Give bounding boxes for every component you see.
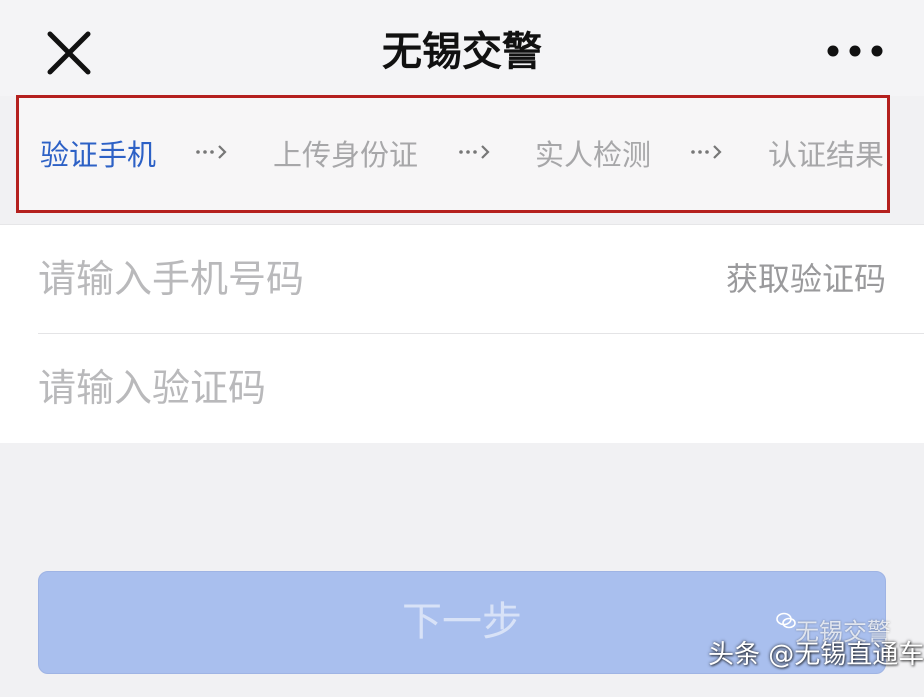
login-form: 获取验证码: [0, 224, 924, 443]
step-arrow-icon: [691, 145, 722, 159]
phone-input[interactable]: [38, 225, 678, 333]
step-arrow-icon: [459, 145, 490, 159]
wechat-icon: [776, 612, 796, 629]
verification-steps: 验证手机 上传身份证 实人检测 认证结果: [16, 95, 890, 213]
code-input[interactable]: [38, 334, 678, 442]
step-verify-phone: 验证手机: [40, 138, 157, 172]
code-field-row: [38, 334, 924, 442]
header-bar: 无锡交警: [0, 0, 924, 96]
step-upload-id: 上传身份证: [273, 138, 419, 172]
watermark-source: 头条 @无锡直通车: [708, 640, 924, 670]
step-arrow-icon: [196, 145, 227, 159]
step-liveness-check: 实人检测: [535, 138, 652, 172]
get-code-button[interactable]: 获取验证码: [726, 225, 886, 333]
more-icon[interactable]: [826, 44, 884, 58]
page-title: 无锡交警: [382, 29, 542, 75]
phone-field-row: 获取验证码: [38, 225, 924, 333]
step-result: 认证结果: [768, 138, 885, 172]
